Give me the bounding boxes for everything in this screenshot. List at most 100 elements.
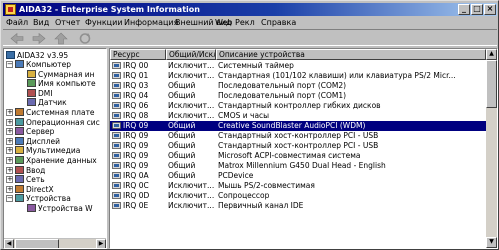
app-icon[interactable] [5,4,16,15]
table-row[interactable]: IRQ 09 Общий Microsoft ACPI-совместимая си… [110,151,486,161]
cell-share: Исключит... [168,71,215,80]
irq-icon [112,122,121,130]
cell-resource: IRQ 00 [123,61,149,70]
table-row[interactable]: IRQ 06 Исключит... Стандартный контроллер … [110,101,486,111]
cell-resource: IRQ 0A [123,171,149,180]
scroll-thumb[interactable] [15,239,59,248]
column-header-resource[interactable]: Ресурс [110,49,166,60]
expand-icon[interactable]: + [6,157,13,164]
scroll-left-icon[interactable]: ◀ [4,239,14,248]
irq-icon [112,132,121,140]
close-button[interactable]: × [484,4,496,15]
maximize-button[interactable]: □ [471,4,483,15]
menu-ads[interactable]: Рекл [235,17,255,28]
menu-view[interactable]: Вид [33,17,49,28]
cell-resource: IRQ 04 [123,91,149,100]
cell-share: Исключит... [168,61,215,70]
expand-icon[interactable]: + [6,137,13,145]
tree-item-label: Датчик [38,98,67,108]
table-row[interactable]: IRQ 09 Общий Стандартный хост-контроллер P… [110,141,486,151]
menu-web[interactable]: Web [215,17,232,28]
table-row[interactable]: IRQ 0D Исключит... Сопроцессор [110,191,486,201]
dmi-icon [27,88,36,97]
app-window: AIDA32 - Enterprise System Information _… [0,0,499,250]
menu-file[interactable]: Файл [6,17,28,28]
cell-description: Стандартная (101/102 клавиши) или клавиа… [218,71,456,80]
cell-share: Общий [168,91,196,100]
tree-item-label: Операционная сис [26,117,100,127]
cell-description: Последовательный порт (COM2) [218,81,347,90]
cell-share: Общий [168,141,196,150]
cell-share: Исключит... [168,181,215,190]
table-row[interactable]: IRQ 0E Исключит... Первичный канал IDE [110,201,486,211]
menu-information[interactable]: Информация [124,17,178,28]
expand-icon[interactable]: + [6,176,13,184]
menu-functions[interactable]: Функции [85,17,123,28]
scroll-thumb[interactable] [486,60,497,108]
cell-share: Общий [168,161,196,170]
title-bar[interactable]: AIDA32 - Enterprise System Information _… [3,3,497,16]
column-header-share[interactable]: Общий/Исключит... [166,49,216,60]
forward-icon[interactable] [31,32,47,45]
cell-share: Общий [168,121,196,130]
irq-icon [112,82,121,90]
scroll-up-icon[interactable]: ▲ [486,49,497,60]
cell-description: Сопроцессор [218,191,270,200]
table-row[interactable]: IRQ 01 Исключит... Стандартная (101/102 кл… [110,71,486,81]
table-row[interactable]: IRQ 00 Исключит... Системный таймер [110,61,486,71]
table-row[interactable]: IRQ 09 Общий Matrox Millennium G450 Dual H… [110,161,486,171]
back-icon[interactable] [9,32,25,45]
navigation-tree: AIDA32 v3.95 − Компьютер Суммарная ин Имя к… [3,48,107,249]
collapse-icon[interactable]: − [6,195,13,203]
menu-report[interactable]: Отчет [55,17,80,28]
table-row[interactable]: IRQ 04 Общий Последовательный порт (COM1) [110,91,486,101]
cell-description: Последовательный порт (COM1) [218,91,347,100]
scroll-right-icon[interactable]: ▶ [96,239,106,248]
computer-icon [15,60,24,68]
sensor-icon [27,98,36,107]
tree-horizontal-scrollbar[interactable]: ◀ ▶ [4,238,106,248]
expand-icon[interactable]: + [6,185,13,193]
cell-resource: IRQ 09 [123,141,149,150]
summary-icon [27,69,36,78]
computer-name-icon [27,79,36,88]
cell-description: Стандартный контроллер гибких дисков [218,101,381,110]
irq-icon [112,202,121,210]
server-icon [15,127,24,136]
list-vertical-scrollbar[interactable]: ▲ ▼ [486,49,497,248]
table-row[interactable]: IRQ 09 Общий Стандартный хост-контроллер P… [110,131,486,141]
scroll-down-icon[interactable]: ▼ [486,237,497,248]
aida-icon [6,51,15,59]
table-row[interactable]: IRQ 0C Исключит... Мышь PS/2-совместимая [110,181,486,191]
expand-icon[interactable]: + [6,128,13,136]
input-icon [15,165,24,174]
cell-share: Исключит... [168,191,215,200]
expand-icon[interactable]: + [6,147,13,155]
multimedia-icon [15,146,24,155]
minimize-button[interactable]: _ [458,4,470,15]
up-icon[interactable] [53,32,69,45]
cell-resource: IRQ 09 [123,121,149,130]
irq-icon [112,172,121,180]
expand-icon[interactable]: + [6,166,13,174]
collapse-icon[interactable]: − [6,61,13,68]
tree-item-label: Системная плате [26,108,95,117]
cell-resource: IRQ 0D [123,191,150,200]
refresh-icon[interactable] [77,32,93,45]
menu-help[interactable]: Справка [261,17,296,28]
table-row[interactable]: IRQ 08 Исключит... CMOS и часы [110,111,486,121]
tree-item-label: Мультимедиа [26,146,81,156]
table-row[interactable]: IRQ 03 Общий Последовательный порт (COM2) [110,81,486,91]
table-row[interactable]: IRQ 09 Общий Creative SoundBlaster AudioPC… [110,121,486,131]
tree-item-label: Суммарная ин [38,69,95,79]
irq-icon [112,182,121,190]
tree-item-label: Устройства W [38,204,93,213]
display-icon [15,136,24,145]
expand-icon[interactable]: + [6,109,13,116]
storage-icon [15,156,24,164]
cell-resource: IRQ 09 [123,161,149,170]
expand-icon[interactable]: + [6,118,13,126]
cell-resource: IRQ 08 [123,111,149,120]
column-header-description[interactable]: Описание устройства [216,49,486,60]
table-row[interactable]: IRQ 0A Общий PCDevice [110,171,486,181]
